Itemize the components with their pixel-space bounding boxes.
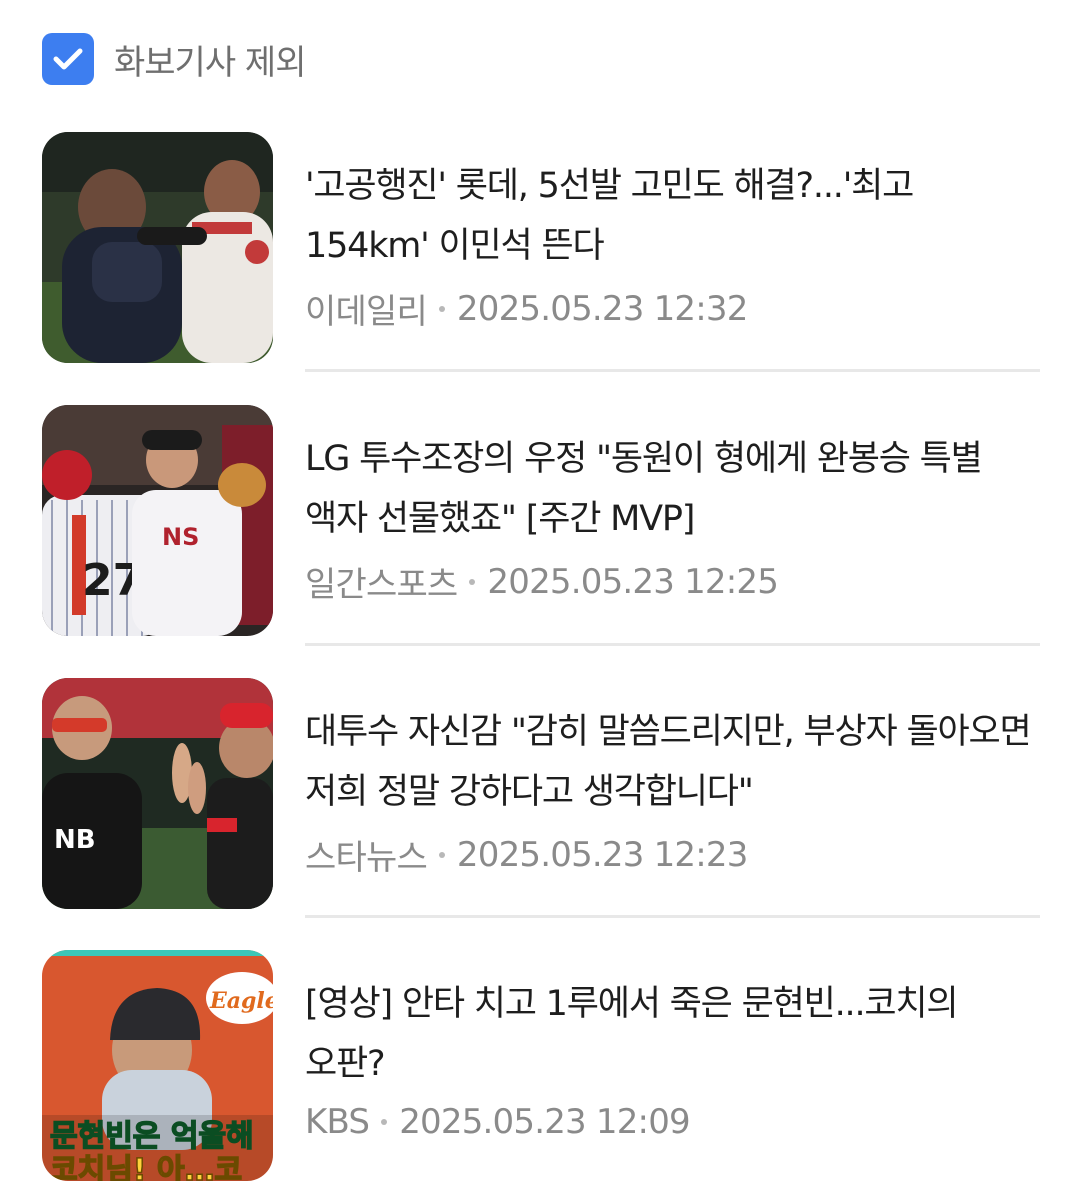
divider (305, 915, 1040, 918)
article-datetime: 2025.05.23 12:09 (399, 1102, 690, 1142)
eagles-logo-text: Eagles (209, 988, 273, 1014)
article-title[interactable]: [영상] 안타 치고 1루에서 죽은 문현빈...코치의 오판? (305, 974, 1040, 1094)
separator-dot (438, 305, 445, 312)
separator-dot (438, 851, 445, 858)
separator-dot (469, 578, 476, 585)
svg-text:NB: NB (54, 825, 96, 855)
article-item[interactable]: NB 대투수 자신감 "감히 말씀드리지만, 부상자 돌아오면 저희 정말 강하… (42, 678, 1042, 910)
article-item[interactable]: 27 NS LG 투수조장의 우정 "동원이 형에게 완봉승 특별 액자 선물했… (42, 405, 1042, 637)
article-source: KBS (305, 1102, 370, 1142)
article-source: 일간스포츠 (305, 565, 458, 605)
thumbnail-caption-line2: 코치님! 아…코 (50, 1153, 242, 1181)
divider (305, 369, 1040, 372)
article-item[interactable]: Eagles 문현빈은 억울해 코치님! 아…코 [영상] 안타 치고 1루에서… (42, 950, 1042, 1182)
article-datetime: 2025.05.23 12:25 (487, 561, 779, 602)
separator-dot (381, 1119, 388, 1125)
exclude-photo-articles-filter[interactable]: 화보기사 제외 (42, 32, 306, 86)
article-title[interactable]: LG 투수조장의 우정 "동원이 형에게 완봉승 특별 액자 선물했죠" [주간… (305, 429, 1040, 549)
article-item[interactable]: '고공행진' 롯데, 5선발 고민도 해결?...'최고 154km' 이민석 … (42, 132, 1042, 364)
check-icon (53, 48, 83, 70)
article-thumbnail[interactable]: NB (42, 678, 273, 909)
article-source: 이데일리 (305, 292, 428, 332)
filter-label: 화보기사 제외 (114, 42, 306, 83)
article-datetime: 2025.05.23 12:23 (456, 834, 748, 875)
article-title[interactable]: '고공행진' 롯데, 5선발 고민도 해결?...'최고 154km' 이민석 … (305, 156, 1040, 276)
exclude-photo-articles-checkbox[interactable] (42, 33, 94, 85)
article-source: 스타뉴스 (305, 838, 428, 878)
article-datetime: 2025.05.23 12:32 (456, 288, 748, 329)
article-thumbnail[interactable] (42, 132, 273, 363)
article-title[interactable]: 대투수 자신감 "감히 말씀드리지만, 부상자 돌아오면 저희 정말 강하다고 … (305, 702, 1040, 822)
article-thumbnail[interactable]: 27 NS (42, 405, 273, 636)
divider (305, 643, 1040, 646)
article-meta: KBS 2025.05.23 12:09 (305, 1102, 1040, 1142)
svg-text:NS: NS (162, 523, 199, 551)
article-meta: 스타뉴스 2025.05.23 12:23 (305, 830, 1040, 879)
article-thumbnail[interactable]: Eagles 문현빈은 억울해 코치님! 아…코 (42, 950, 273, 1181)
article-meta: 이데일리 2025.05.23 12:32 (305, 284, 1040, 333)
thumbnail-caption-line1: 문현빈은 억울해 (50, 1119, 254, 1154)
article-meta: 일간스포츠 2025.05.23 12:25 (305, 557, 1040, 606)
